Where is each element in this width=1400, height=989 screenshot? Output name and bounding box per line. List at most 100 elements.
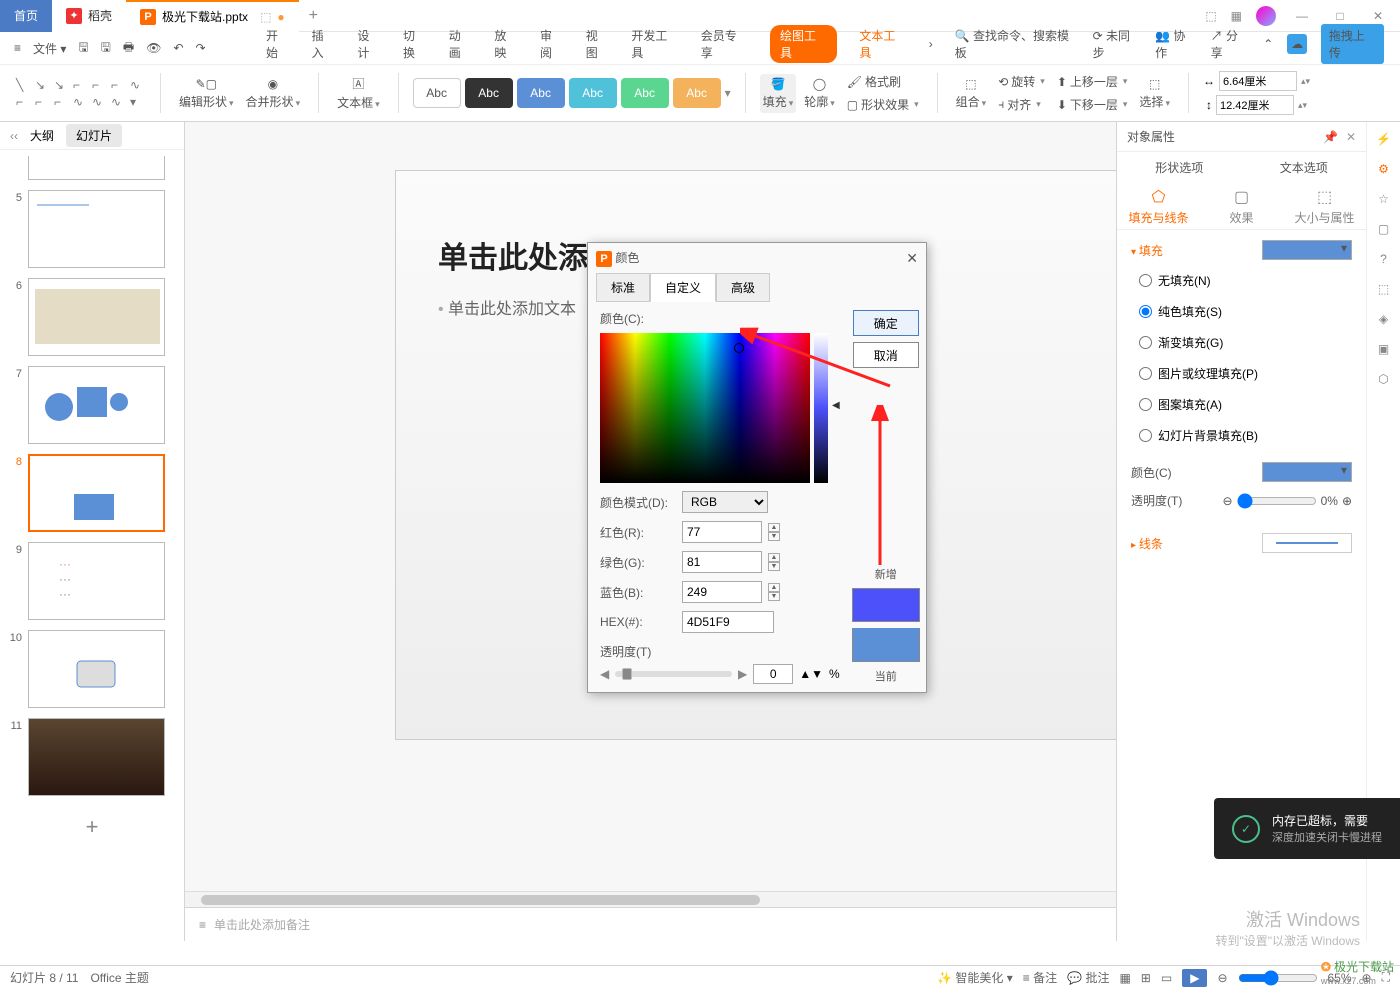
side-settings-icon[interactable]: ⚙ — [1378, 162, 1389, 176]
view-normal-icon[interactable]: ▦ — [1119, 971, 1130, 985]
align-button[interactable]: ⫞对齐 — [994, 94, 1049, 115]
save-icon[interactable]: 🖫 — [74, 34, 92, 63]
beautify-button[interactable]: ✨ 智能美化 ▾ — [937, 969, 1013, 986]
trans-right-icon[interactable]: ▶ — [738, 667, 747, 681]
menu-insert[interactable]: 插入 — [312, 27, 336, 61]
radio-no-fill[interactable]: 无填充(N) — [1139, 270, 1352, 291]
r-up[interactable]: ▲ — [768, 523, 780, 532]
style-more-icon[interactable]: ▾ — [725, 86, 731, 100]
slide-thumb-4[interactable] — [28, 156, 165, 180]
transparency-input[interactable] — [753, 664, 793, 684]
slide-thumb-5[interactable] — [28, 190, 165, 268]
close-prop-icon[interactable]: ✕ — [1346, 130, 1356, 144]
radio-bg-fill[interactable]: 幻灯片背景填充(B) — [1139, 425, 1352, 446]
subtab-effects[interactable]: ▢效果 — [1200, 184, 1283, 229]
print-preview-icon[interactable]: 👁 — [142, 37, 165, 59]
menu-drawing-tools[interactable]: 绘图工具 — [770, 25, 837, 63]
horizontal-scrollbar[interactable] — [185, 891, 1116, 907]
minimize-button[interactable]: — — [1290, 9, 1314, 23]
side-tool-9-icon[interactable]: ⬡ — [1378, 372, 1388, 386]
menu-vip[interactable]: 会员专享 — [701, 27, 748, 61]
menu-view[interactable]: 视图 — [586, 27, 610, 61]
section-fill-header[interactable]: 填充 — [1131, 242, 1163, 259]
color-picker-swatch[interactable] — [1262, 462, 1352, 482]
menu-design[interactable]: 设计 — [357, 27, 381, 61]
red-input[interactable] — [682, 521, 762, 543]
share-button[interactable]: ↗ 分享 — [1211, 27, 1250, 61]
b-up[interactable]: ▲ — [768, 583, 780, 592]
menu-transition[interactable]: 切换 — [403, 27, 427, 61]
view-sorter-icon[interactable]: ⊞ — [1141, 971, 1151, 985]
g-up[interactable]: ▲ — [768, 553, 780, 562]
menu-review[interactable]: 审阅 — [540, 27, 564, 61]
radio-gradient-fill[interactable]: 渐变填充(G) — [1139, 332, 1352, 353]
style-3[interactable]: Abc — [517, 78, 565, 108]
slide-thumb-6[interactable] — [28, 278, 165, 356]
color-picker-field[interactable] — [600, 333, 810, 483]
outline-tab[interactable]: 大纲 — [30, 127, 54, 144]
fill-button[interactable]: 🪣填充 — [760, 74, 797, 113]
ok-button[interactable]: 确定 — [853, 310, 919, 336]
style-6[interactable]: Abc — [673, 78, 721, 108]
add-slide-button[interactable]: + — [6, 806, 178, 848]
memory-warning-toast[interactable]: ✓ 内存已超标，需要深度加速关闭卡慢进程 — [1214, 798, 1400, 859]
tab-add-button[interactable]: + — [299, 7, 328, 25]
width-spinner[interactable]: ▴▾ — [1301, 76, 1310, 87]
trans-plus[interactable]: ⊕ — [1342, 494, 1352, 508]
side-help-icon[interactable]: ? — [1380, 252, 1387, 266]
tab-advanced[interactable]: 高级 — [716, 273, 770, 302]
rotate-button[interactable]: ⟲旋转 — [994, 71, 1049, 92]
tab-custom[interactable]: 自定义 — [650, 273, 716, 302]
side-tool-1-icon[interactable]: ⚡ — [1376, 132, 1391, 146]
slide-thumb-7[interactable] — [28, 366, 165, 444]
transparency-thumb[interactable] — [622, 668, 632, 680]
edit-shape-button[interactable]: ✎▢编辑形状 — [175, 75, 238, 112]
transparency-track[interactable] — [615, 671, 732, 677]
fill-color-swatch[interactable] — [1262, 240, 1352, 260]
height-input[interactable] — [1216, 95, 1294, 115]
slide-thumb-8[interactable] — [28, 454, 165, 532]
menu-button[interactable]: ≡ — [10, 37, 25, 59]
unsync-button[interactable]: ⟳ 未同步 — [1093, 27, 1141, 61]
slideshow-button[interactable]: ▶ — [1182, 969, 1207, 987]
style-4[interactable]: Abc — [569, 78, 617, 108]
select-button[interactable]: ⬚选择 — [1135, 75, 1174, 112]
zoom-out-button[interactable]: ⊖ — [1217, 971, 1227, 985]
tab-standard[interactable]: 标准 — [596, 273, 650, 302]
slide-body-placeholder[interactable]: 单击此处添加文本 — [438, 295, 576, 319]
tab-home[interactable]: 首页 — [0, 0, 52, 32]
side-tool-8-icon[interactable]: ▣ — [1378, 342, 1389, 356]
avatar[interactable] — [1256, 6, 1276, 26]
menu-devtools[interactable]: 开发工具 — [631, 27, 678, 61]
trans-minus[interactable]: ⊖ — [1223, 494, 1233, 508]
line-style-swatch[interactable] — [1262, 533, 1352, 553]
notes-button[interactable]: ≡ 备注 — [1023, 969, 1057, 986]
style-gallery[interactable]: Abc Abc Abc Abc Abc Abc ▾ — [407, 78, 737, 108]
slide-thumb-10[interactable] — [28, 630, 165, 708]
collab-button[interactable]: 👥 协作 — [1155, 27, 1197, 61]
g-down[interactable]: ▼ — [768, 562, 780, 571]
format-painter-button[interactable]: 🖌格式刷 — [843, 71, 923, 92]
file-menu[interactable]: 文件 ▾ — [29, 36, 70, 61]
menu-animation[interactable]: 动画 — [449, 27, 473, 61]
slide-thumb-9[interactable]: ········· — [28, 542, 165, 620]
side-tool-6-icon[interactable]: ⬚ — [1378, 282, 1389, 296]
height-spinner[interactable]: ▴▾ — [1298, 100, 1307, 111]
close-window-button[interactable]: ✕ — [1366, 9, 1390, 23]
maximize-button[interactable]: □ — [1328, 9, 1352, 23]
side-tool-4-icon[interactable]: ▢ — [1378, 222, 1389, 236]
collapse-outline-icon[interactable]: ‹‹ — [10, 129, 18, 143]
cancel-button[interactable]: 取消 — [853, 342, 919, 368]
radio-pattern-fill[interactable]: 图案填充(A) — [1139, 394, 1352, 415]
outline-button[interactable]: ◯轮廓 — [800, 75, 839, 112]
hue-slider[interactable] — [814, 333, 828, 483]
picker-cursor[interactable] — [734, 343, 744, 353]
grid-icon[interactable]: ▦ — [1231, 9, 1242, 23]
side-tool-7-icon[interactable]: ◈ — [1379, 312, 1388, 326]
menu-slideshow[interactable]: 放映 — [494, 27, 518, 61]
shape-effect-button[interactable]: ▢形状效果 — [843, 94, 923, 115]
zoom-slider[interactable] — [1238, 970, 1318, 986]
radio-picture-fill[interactable]: 图片或纹理填充(P) — [1139, 363, 1352, 384]
upload-button[interactable]: 拖拽上传 — [1321, 24, 1384, 64]
textbox-button[interactable]: 🄰文本框 — [333, 73, 384, 113]
